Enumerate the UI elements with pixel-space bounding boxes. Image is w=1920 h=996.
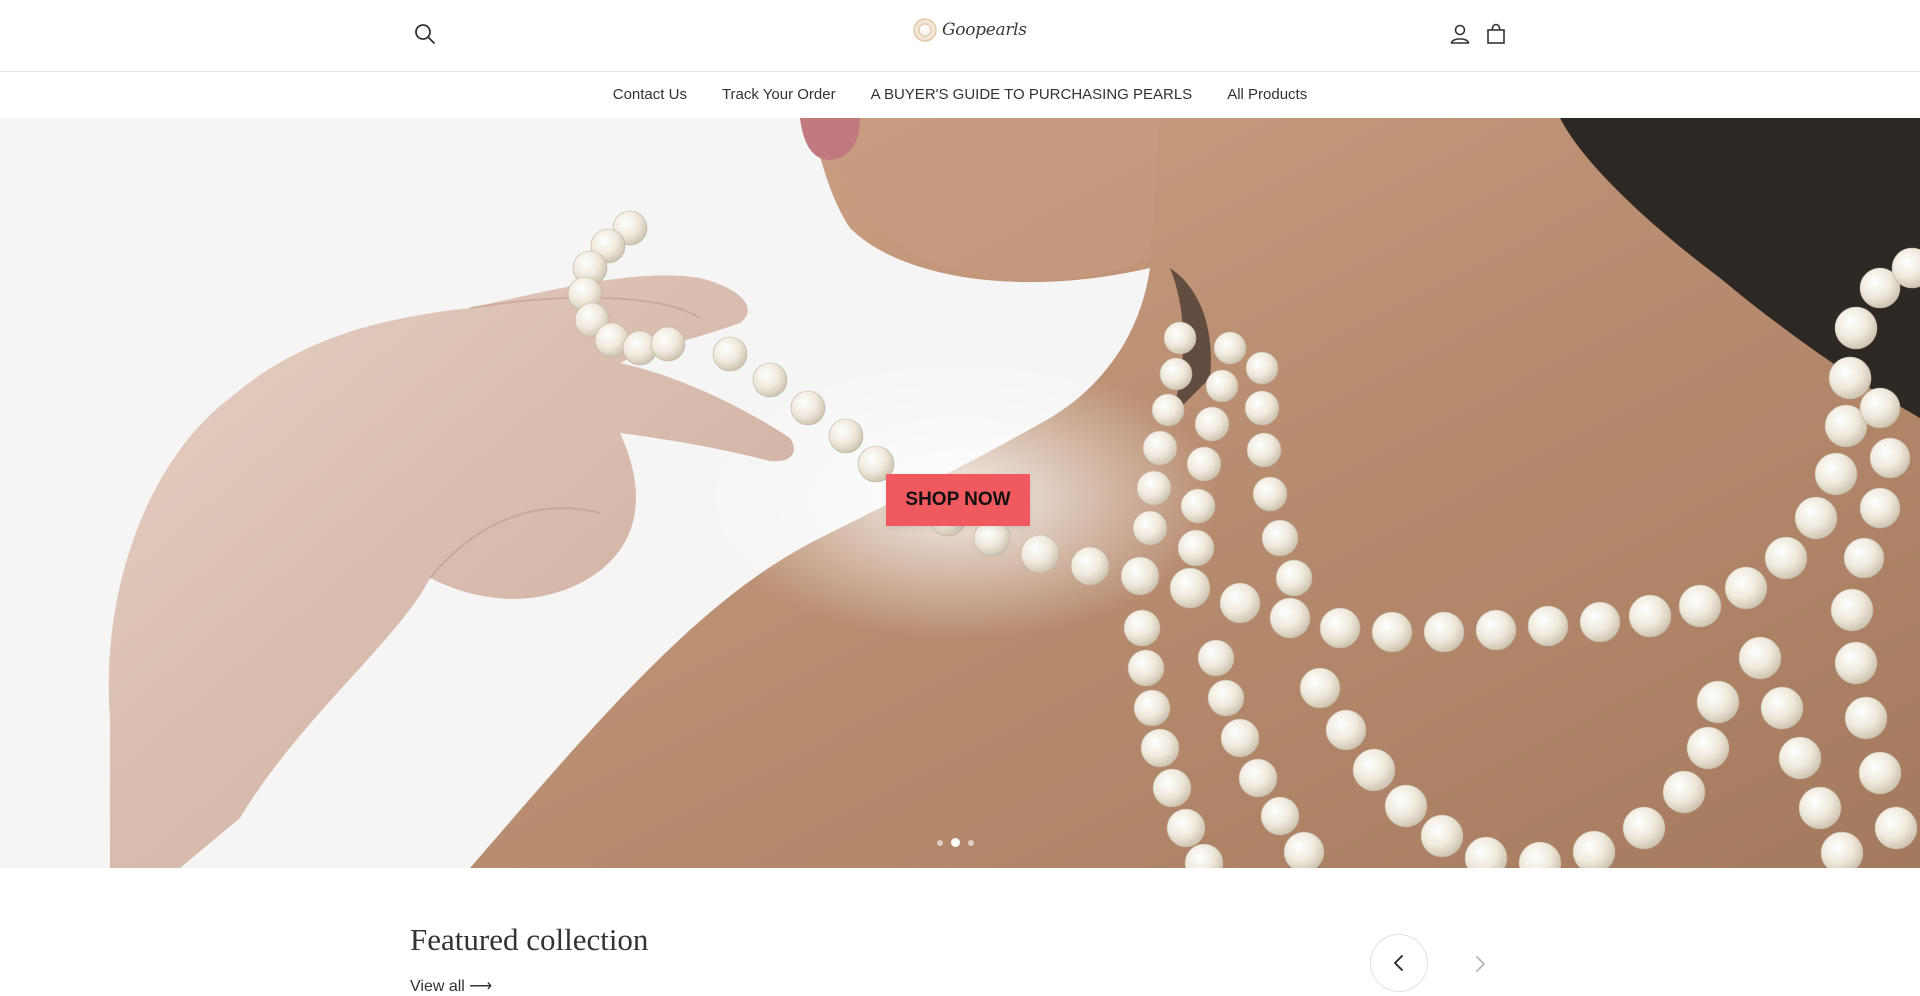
cart-icon (1487, 23, 1505, 44)
cart-button[interactable] (1482, 20, 1510, 48)
featured-collection-title: Featured collection (410, 922, 649, 957)
account-icon (1450, 24, 1470, 44)
nav-item-all-products[interactable]: All Products (1227, 86, 1307, 103)
arrow-right-icon: ⟶ (469, 978, 493, 995)
main-nav: Contact Us Track Your Order A BUYER'S GU… (0, 72, 1920, 117)
nav-item-buyers-guide[interactable]: A BUYER'S GUIDE TO PURCHASING PEARLS (871, 86, 1193, 103)
chevron-left-icon (1394, 955, 1403, 971)
slide-dot-3[interactable] (968, 839, 974, 846)
chevron-right-icon (1476, 956, 1485, 972)
slide-dot-2[interactable] (951, 838, 960, 847)
logo-text: Goopearls (942, 20, 1027, 40)
carousel-prev-button[interactable] (1370, 934, 1428, 992)
nav-item-track-order[interactable]: Track Your Order (722, 86, 836, 103)
pearl-logo-icon (913, 18, 937, 42)
hero-banner: SHOP NOW (0, 118, 1920, 868)
slider-pagination (937, 838, 974, 847)
view-all-label: View all (410, 978, 465, 995)
account-button[interactable] (1446, 20, 1474, 48)
search-button[interactable] (411, 20, 439, 48)
carousel-next-button[interactable] (1466, 950, 1494, 978)
site-header: Goopearls (0, 0, 1920, 72)
view-all-link[interactable]: View all ⟶ (410, 976, 492, 996)
slide-dot-1[interactable] (937, 839, 943, 846)
shop-now-button[interactable]: SHOP NOW (886, 474, 1030, 526)
search-icon (415, 24, 435, 44)
nav-item-contact-us[interactable]: Contact Us (613, 86, 687, 103)
site-logo[interactable]: Goopearls (912, 14, 1027, 46)
